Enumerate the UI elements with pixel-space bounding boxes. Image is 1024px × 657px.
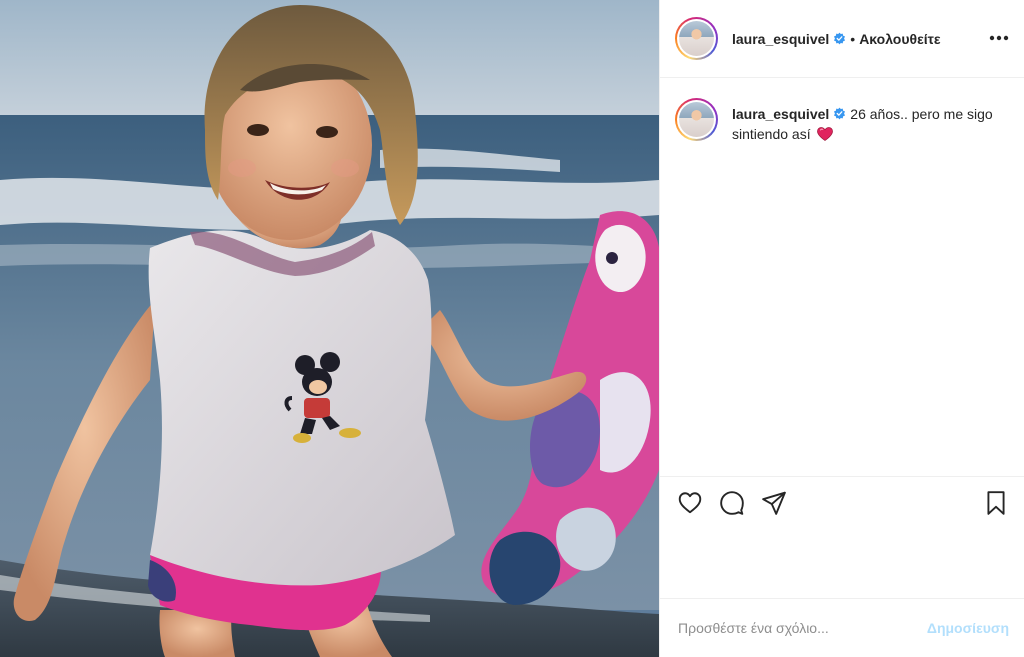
post-comment-button[interactable]: Δημοσίευση bbox=[927, 620, 1009, 636]
caption-avatar-frame bbox=[677, 100, 716, 139]
header-text: laura_esquivel • Ακολουθείτε bbox=[732, 31, 941, 47]
caption-verified-badge-icon bbox=[834, 107, 846, 120]
post-photo[interactable] bbox=[0, 0, 659, 657]
avatar-frame bbox=[677, 19, 716, 58]
comment-icon bbox=[720, 491, 744, 515]
comment-input[interactable] bbox=[678, 620, 927, 636]
post-header: laura_esquivel • Ακολουθείτε bbox=[660, 0, 1024, 78]
instagram-post-modal: laura_esquivel • Ακολουθείτε laura_esqui… bbox=[0, 0, 1024, 657]
more-options-icon[interactable] bbox=[987, 26, 1011, 50]
verified-badge-icon bbox=[834, 32, 846, 45]
heart-icon bbox=[678, 492, 702, 514]
more-horizontal-icon bbox=[989, 35, 1009, 41]
story-avatar[interactable] bbox=[675, 17, 718, 60]
action-bar bbox=[660, 476, 1024, 528]
caption-text-block: laura_esquivel 26 años.. pero me sigo si… bbox=[732, 104, 1002, 144]
comment-button[interactable] bbox=[718, 489, 746, 517]
bookmark-icon bbox=[987, 491, 1005, 515]
post-side-panel: laura_esquivel • Ακολουθείτε laura_esqui… bbox=[659, 0, 1024, 657]
red-heart-emoji-icon bbox=[816, 127, 833, 141]
share-button[interactable] bbox=[760, 489, 788, 517]
caption-avatar-image bbox=[679, 102, 714, 137]
caption-username-link[interactable]: laura_esquivel bbox=[732, 106, 829, 122]
avatar bbox=[679, 21, 714, 56]
save-button[interactable] bbox=[982, 489, 1010, 517]
caption-avatar[interactable] bbox=[675, 98, 718, 141]
following-button[interactable]: Ακολουθείτε bbox=[859, 31, 940, 47]
post-image bbox=[0, 0, 659, 657]
header-username-link[interactable]: laura_esquivel bbox=[732, 31, 829, 47]
paper-plane-icon bbox=[762, 491, 786, 515]
post-caption: laura_esquivel 26 años.. pero me sigo si… bbox=[675, 98, 1015, 144]
header-separator: • bbox=[850, 30, 856, 47]
like-button[interactable] bbox=[676, 489, 704, 517]
add-comment-bar: Δημοσίευση bbox=[660, 598, 1024, 657]
